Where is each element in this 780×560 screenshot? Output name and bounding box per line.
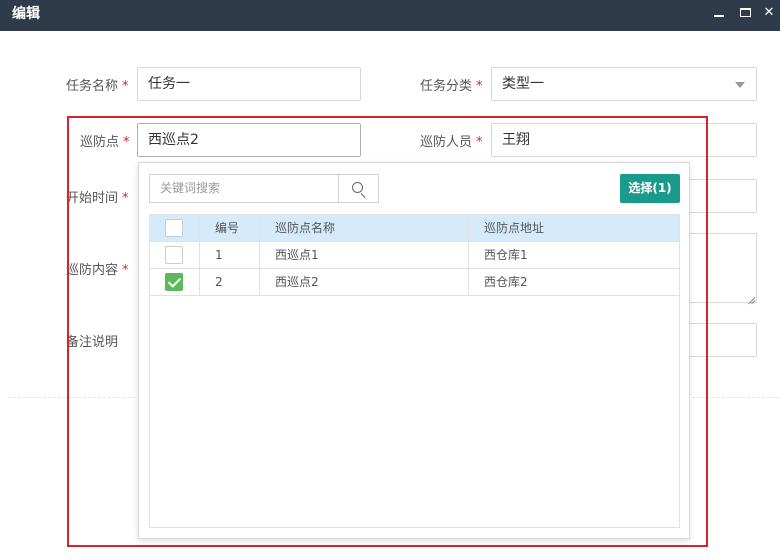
resize-handle-icon[interactable] [747,293,755,301]
row-address: 西仓库2 [484,275,528,289]
row-checkbox-cell [150,242,200,268]
required-mark: * [122,79,129,94]
close-icon[interactable]: ✕ [759,2,779,22]
search-button[interactable] [338,174,379,203]
column-header-name: 巡防点名称 [260,215,469,241]
row-address: 西仓库1 [484,248,528,262]
maximize-icon[interactable] [735,2,755,22]
header-checkbox-cell [150,215,200,241]
task-name-input[interactable]: 任务一 [137,67,361,101]
patrol-point-table: 编号 巡防点名称 巡防点地址 1 西巡点1 西仓库1 2 西巡点2 西仓库2 [149,214,680,528]
row-checkbox-checked[interactable] [165,273,183,291]
task-category-label: 任务分类 * [420,79,483,94]
row-name: 西巡点1 [260,242,469,268]
select-all-checkbox[interactable] [165,219,183,237]
window-title: 编辑 [12,6,40,22]
chevron-down-icon [735,82,745,88]
row-checkbox[interactable] [165,246,183,264]
row-id: 2 [200,269,260,295]
row-id: 1 [200,242,260,268]
table-row[interactable]: 2 西巡点2 西仓库2 [150,269,679,296]
task-name-label: 任务名称 * [66,79,129,94]
window-titlebar: 编辑 ✕ [0,0,780,31]
row-name: 西巡点2 [260,269,469,295]
select-confirm-button[interactable]: 选择(1) [620,174,680,203]
column-header-address: 巡防点地址 [484,221,545,235]
task-category-value: 类型一 [502,76,544,92]
row-checkbox-cell [150,269,200,295]
table-row[interactable]: 1 西巡点1 西仓库1 [150,242,679,269]
column-header-id: 编号 [200,215,260,241]
patrol-point-picker: 关键词搜索 选择(1) 编号 巡防点名称 巡防点地址 1 西巡点1 西仓库1 2… [138,162,690,539]
table-header: 编号 巡防点名称 巡防点地址 [150,215,679,242]
minimize-icon[interactable] [709,2,729,22]
required-mark: * [476,79,483,94]
keyword-search-input[interactable]: 关键词搜索 [149,174,339,203]
task-category-select[interactable]: 类型一 [491,67,757,101]
